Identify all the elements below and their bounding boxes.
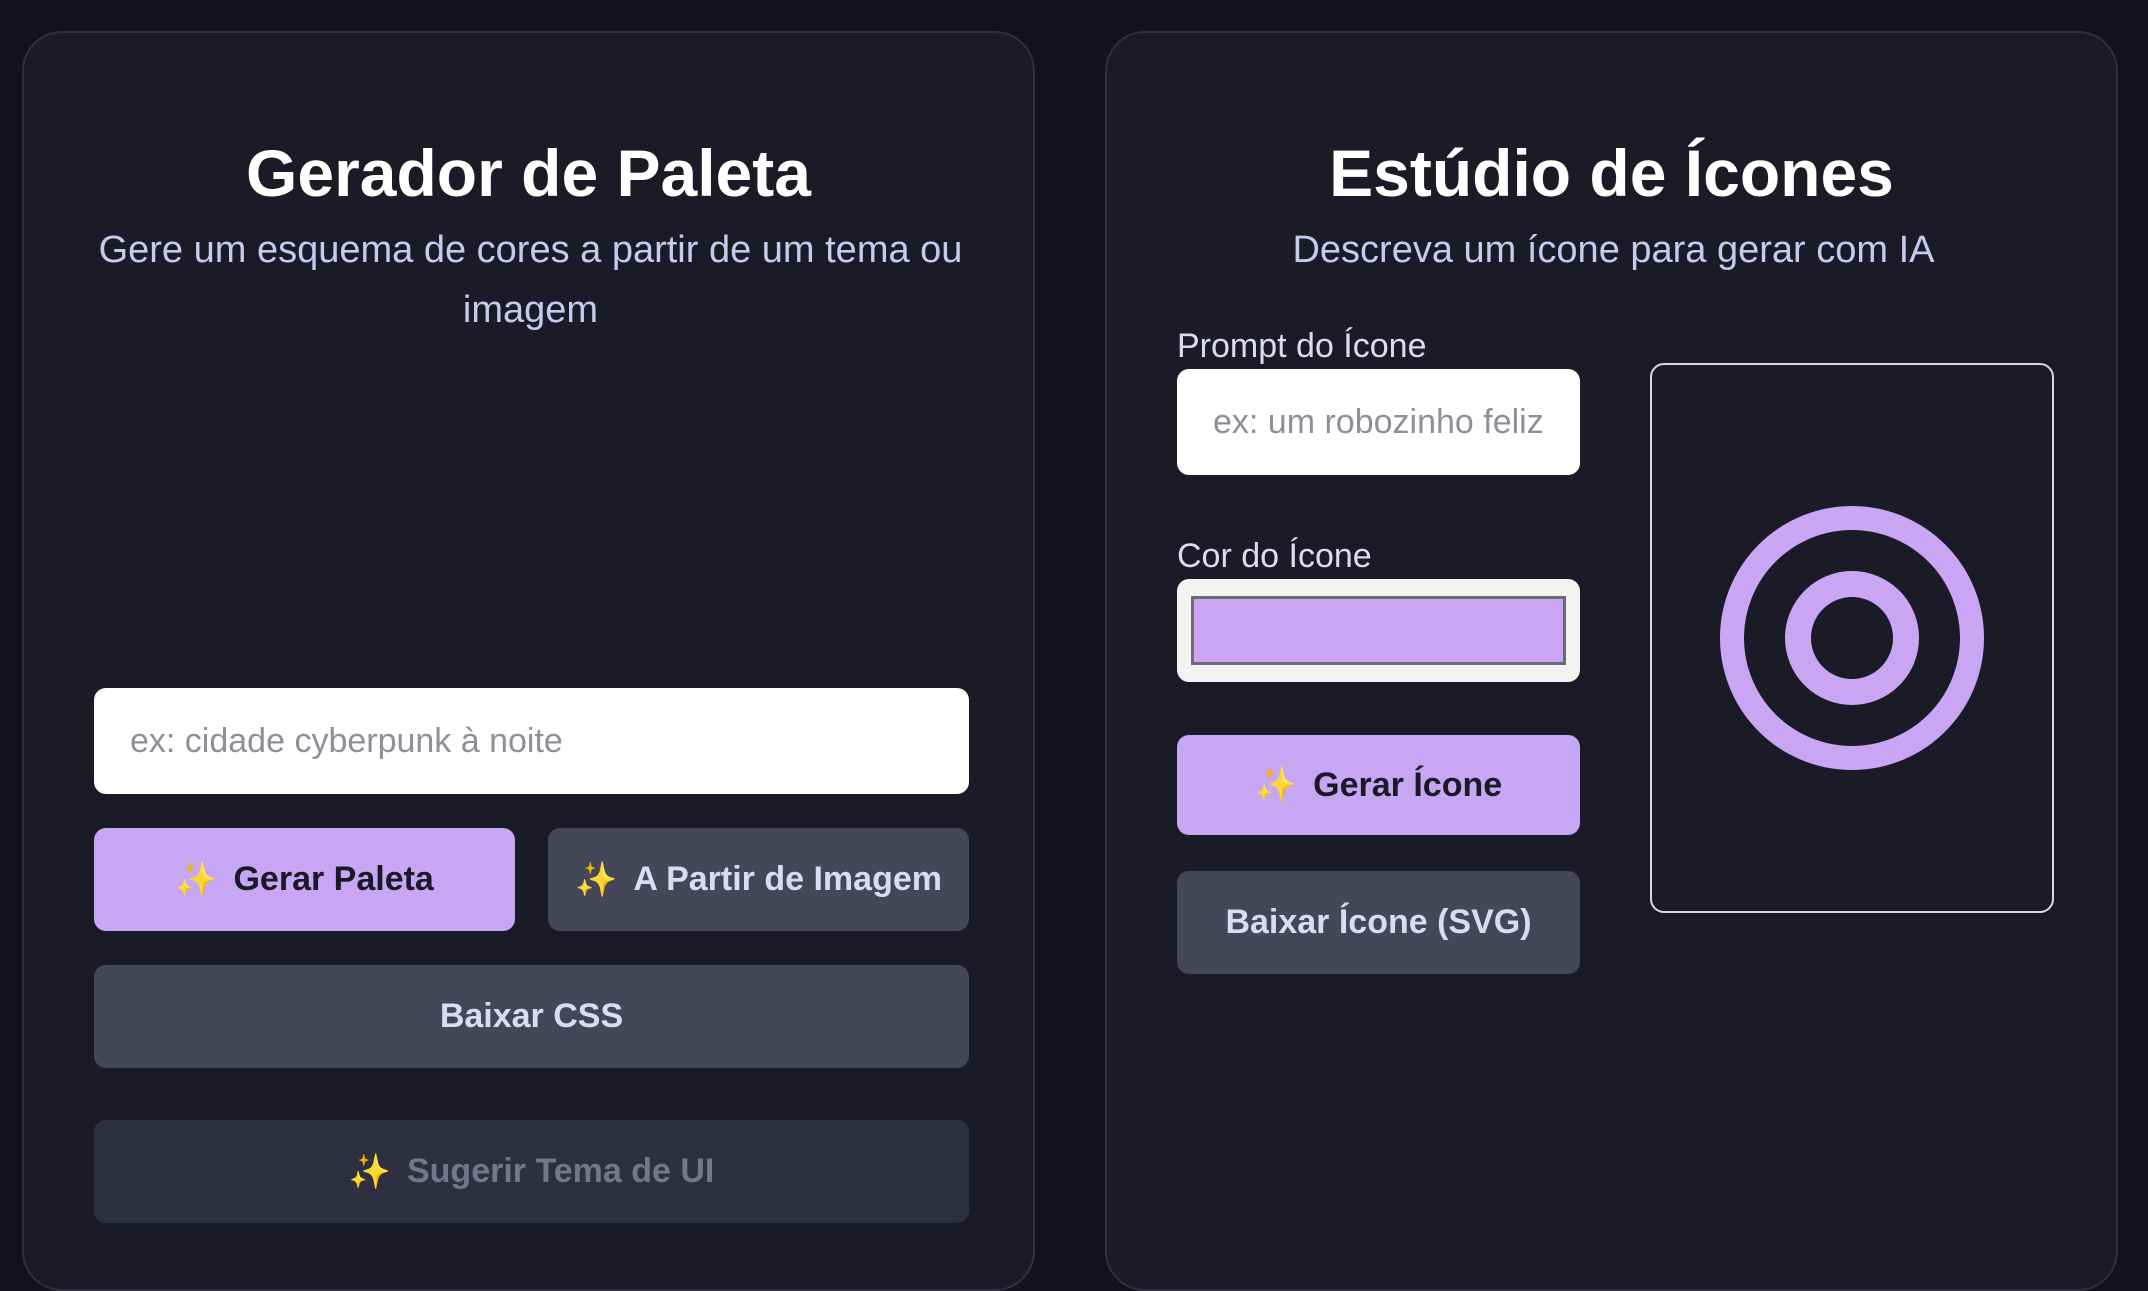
palette-subtitle: Gere um esquema de cores a partir de um … (98, 229, 963, 331)
target-icon (1720, 506, 1984, 770)
icon-studio-subtitle: Descreva um ícone para gerar com IA (1292, 229, 1935, 271)
sparkles-icon: ✨ (1254, 766, 1298, 804)
icon-studio-panel: Estúdio de Ícones Descreva um ícone para… (1105, 31, 2118, 1291)
download-css-button[interactable]: Baixar CSS (94, 965, 969, 1068)
palette-generator-panel: Gerador de Paleta Gere um esquema de cor… (22, 31, 1035, 1291)
suggest-ui-theme-button[interactable]: ✨ Sugerir Tema de UI (94, 1120, 969, 1223)
download-css-label: Baixar CSS (439, 997, 624, 1035)
palette-title: Gerador de Paleta (246, 136, 811, 210)
icon-prompt-label: Prompt do Ícone (1177, 327, 1427, 365)
theme-input[interactable] (94, 688, 969, 794)
generate-palette-button[interactable]: ✨ Gerar Paleta (94, 828, 515, 931)
sparkles-icon: ✨ (348, 1152, 391, 1191)
from-image-label: A Partir de Imagem (633, 860, 942, 898)
generate-icon-label: Gerar Ícone (1313, 765, 1503, 804)
icon-studio-title: Estúdio de Ícones (1329, 136, 1894, 210)
sparkles-icon: ✨ (575, 860, 618, 899)
icon-color-picker[interactable] (1177, 579, 1580, 682)
sparkles-icon: ✨ (175, 860, 218, 899)
download-icon-label: Baixar Ícone (SVG) (1225, 903, 1532, 941)
icon-prompt-input[interactable] (1177, 369, 1580, 475)
color-swatch (1191, 596, 1566, 665)
generate-icon-button[interactable]: ✨ Gerar Ícone (1177, 735, 1580, 835)
download-icon-svg-button[interactable]: Baixar Ícone (SVG) (1177, 871, 1580, 974)
icon-preview (1650, 363, 2054, 913)
generate-palette-label: Gerar Paleta (233, 860, 434, 898)
icon-color-label: Cor do Ícone (1177, 537, 1372, 575)
suggest-ui-theme-label: Sugerir Tema de UI (406, 1152, 715, 1190)
from-image-button[interactable]: ✨ A Partir de Imagem (548, 828, 969, 931)
